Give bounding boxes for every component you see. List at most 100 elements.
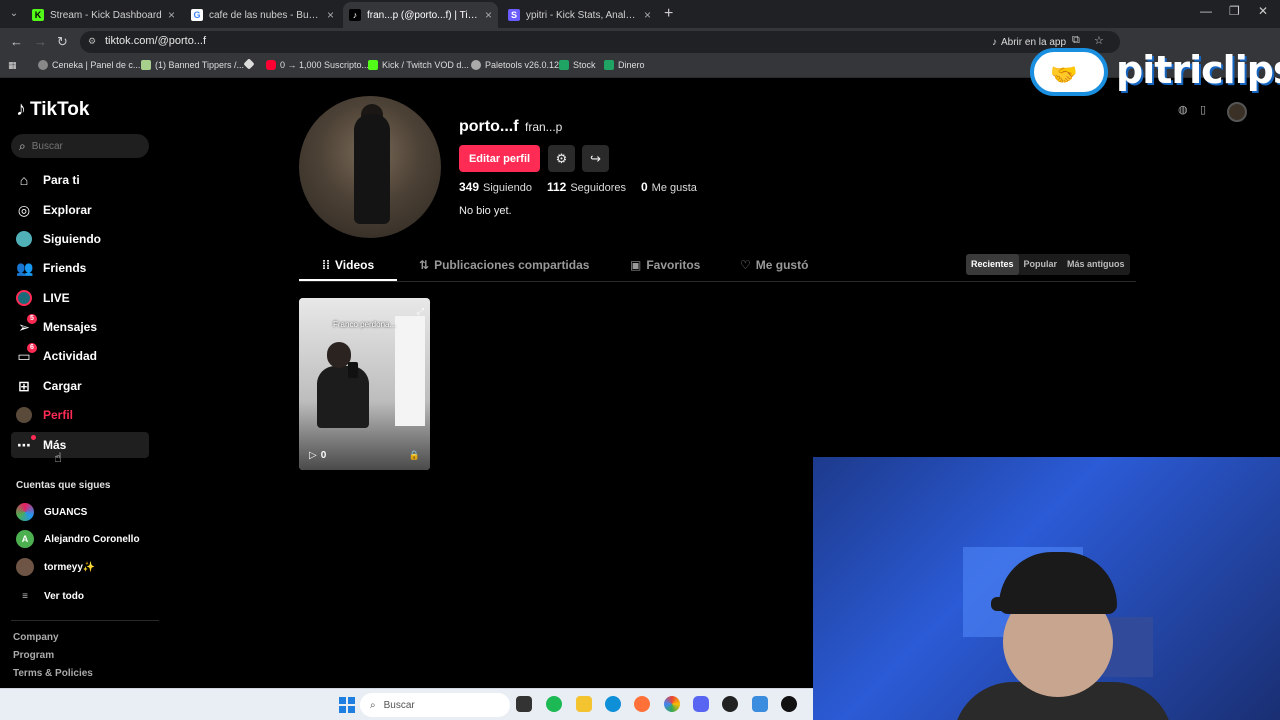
tab-title: fran...p (@porto...f) | TikTok bbox=[367, 9, 479, 21]
apps-grid-icon[interactable]: ▦ bbox=[8, 60, 17, 71]
file-explorer-icon[interactable] bbox=[576, 696, 592, 712]
bookmark-label: Stock bbox=[573, 60, 596, 70]
minimize-icon[interactable]: — bbox=[1200, 4, 1212, 18]
tab-reposts[interactable]: ⇅ Publicaciones compartidas bbox=[419, 258, 589, 272]
webcam-overlay bbox=[813, 457, 1280, 720]
taskview-icon[interactable] bbox=[516, 696, 532, 712]
app-icon[interactable] bbox=[752, 696, 768, 712]
tiktok-app-icon[interactable] bbox=[781, 696, 797, 712]
windows-start-icon[interactable] bbox=[339, 697, 355, 713]
account-avatar bbox=[16, 503, 34, 521]
close-tab-icon[interactable]: × bbox=[327, 8, 334, 22]
home-icon: ⌂ bbox=[19, 172, 29, 188]
nav-siguiendo[interactable]: Siguiendo bbox=[11, 226, 149, 252]
url-text[interactable]: tiktok.com/@porto...f bbox=[105, 35, 206, 47]
tab-title: Stream - Kick Dashboard bbox=[50, 9, 162, 21]
bookmark-label: Paletools v26.0.12 bbox=[485, 60, 560, 70]
nav-label: Para ti bbox=[43, 173, 80, 187]
sort-popular[interactable]: Popular bbox=[1019, 254, 1063, 275]
chrome-icon[interactable] bbox=[664, 696, 680, 712]
video-views: ▷ 0 bbox=[309, 450, 326, 461]
close-tab-icon[interactable]: × bbox=[168, 8, 175, 22]
nav-label: Cargar bbox=[43, 379, 82, 393]
bookmark-item[interactable] bbox=[243, 58, 255, 70]
private-lock-icon: 🔒 bbox=[408, 450, 420, 460]
nav-mensajes[interactable]: ➢ 5 Mensajes bbox=[11, 314, 149, 340]
nav-perfil[interactable]: Perfil bbox=[11, 402, 149, 428]
bookmark-item[interactable]: (1) Banned Tippers /... bbox=[141, 60, 244, 70]
taskbar-search[interactable]: ⌕ Buscar bbox=[360, 693, 510, 717]
omnibox[interactable]: ⚙ tiktok.com/@porto...f ♪ Abrir en la app… bbox=[80, 31, 1120, 53]
nav-mas[interactable]: ⋯ Más bbox=[11, 432, 149, 458]
back-icon[interactable]: ← bbox=[10, 34, 23, 49]
site-info-icon[interactable]: ⚙ bbox=[88, 36, 98, 46]
discord-icon[interactable] bbox=[693, 696, 709, 712]
thumbnail-person bbox=[317, 366, 369, 428]
browser-tab-kick[interactable]: K Stream - Kick Dashboard × bbox=[26, 2, 181, 28]
nav-live[interactable]: LIVE bbox=[11, 285, 149, 311]
nav-label: Actividad bbox=[43, 349, 98, 363]
bookmark-item[interactable]: 0 → 1,000 Suscripto... bbox=[266, 60, 369, 70]
following-account[interactable]: A Alejandro Coronello bbox=[16, 529, 140, 549]
tab-liked[interactable]: ♡ Me gustó bbox=[740, 258, 808, 272]
following-account[interactable]: tormeyy✨ bbox=[16, 557, 95, 577]
following-avatar-icon bbox=[16, 231, 32, 247]
nav-actividad[interactable]: ▭ 6 Actividad bbox=[11, 343, 149, 369]
nav-para-ti[interactable]: ⌂ Para ti bbox=[11, 167, 149, 193]
forward-icon[interactable]: → bbox=[34, 34, 47, 49]
browser-tab-stats[interactable]: S ypitri - Kick Stats, Analytics and × bbox=[502, 2, 657, 28]
sheets-icon bbox=[559, 60, 569, 70]
close-window-icon[interactable]: ✕ bbox=[1258, 4, 1268, 18]
coins-icon[interactable]: ◍ bbox=[1178, 103, 1188, 116]
close-tab-icon[interactable]: × bbox=[485, 8, 492, 22]
sort-recent[interactable]: Recientes bbox=[966, 254, 1019, 275]
tab-videos[interactable]: ⁞⁞ Videos bbox=[322, 258, 374, 272]
profile-avatar[interactable] bbox=[299, 96, 441, 238]
stat-likes: 0 Me gusta bbox=[641, 180, 697, 194]
nav-label: Explorar bbox=[43, 203, 92, 217]
footer-terms[interactable]: Terms & Policies bbox=[13, 668, 93, 679]
sort-oldest[interactable]: Más antiguos bbox=[1062, 254, 1130, 275]
browser-tab-tiktok[interactable]: ♪ fran...p (@porto...f) | TikTok × bbox=[343, 2, 498, 28]
video-thumbnail[interactable]: Franco perdona... ⤢ ▷ 0 🔒 bbox=[299, 298, 430, 470]
bookmark-item[interactable]: Kick / Twitch VOD d... bbox=[368, 60, 469, 70]
account-name: Alejandro Coronello bbox=[44, 533, 140, 545]
edge-icon[interactable] bbox=[605, 696, 621, 712]
nav-explorar[interactable]: ◎ Explorar bbox=[11, 197, 149, 223]
nav-cargar[interactable]: ⊞ Cargar bbox=[11, 373, 149, 399]
settings-icon[interactable]: ⚙ bbox=[548, 145, 575, 172]
tab-favorites[interactable]: ▣ Favoritos bbox=[630, 258, 700, 272]
account-avatar[interactable] bbox=[1227, 102, 1247, 122]
bookmark-item[interactable]: Paletools v26.0.12 bbox=[471, 60, 559, 70]
edit-profile-button[interactable]: Editar perfil bbox=[459, 145, 540, 172]
tiktok-sidebar: ♪ TikTok ⌕ ⌂ Para ti ◎ Explorar Siguiend… bbox=[0, 80, 160, 688]
reload-icon[interactable]: ↻ bbox=[57, 34, 68, 50]
close-tab-icon[interactable]: × bbox=[644, 8, 651, 22]
share-icon[interactable]: ↪ bbox=[582, 145, 609, 172]
see-all-link[interactable]: ≡ Ver todo bbox=[16, 586, 84, 606]
stat-following[interactable]: 349 Siguiendo bbox=[459, 180, 532, 194]
notification-dot bbox=[31, 435, 36, 440]
bookmark-item[interactable]: Stock bbox=[559, 60, 596, 70]
stat-followers[interactable]: 112 Seguidores bbox=[547, 180, 626, 194]
phone-icon[interactable]: ▯ bbox=[1200, 103, 1206, 116]
tiktok-logo[interactable]: ♪ TikTok bbox=[16, 98, 89, 121]
search-input[interactable] bbox=[31, 140, 132, 152]
nav-label: Perfil bbox=[43, 408, 74, 422]
obs-icon[interactable] bbox=[722, 696, 738, 712]
footer-company[interactable]: Company bbox=[13, 632, 59, 643]
stat-value: 349 bbox=[459, 180, 480, 194]
stat-label: Siguiendo bbox=[483, 182, 532, 194]
maximize-icon[interactable]: ❐ bbox=[1229, 4, 1240, 18]
bookmark-item[interactable]: Dinero bbox=[604, 60, 645, 70]
bookmark-item[interactable]: Ceneka | Panel de c... bbox=[38, 60, 140, 70]
tab-search-icon[interactable]: ⌄ bbox=[4, 4, 24, 24]
firefox-icon[interactable] bbox=[634, 696, 650, 712]
following-account[interactable]: GUANCS bbox=[16, 502, 87, 522]
new-tab-icon[interactable]: + bbox=[664, 5, 673, 23]
nav-friends[interactable]: 👥 Friends bbox=[11, 255, 149, 281]
footer-program[interactable]: Program bbox=[13, 650, 54, 661]
browser-tab-google[interactable]: G cafe de las nubes - Buscar con Google … bbox=[185, 2, 340, 28]
search-box[interactable]: ⌕ bbox=[11, 134, 149, 158]
spotify-icon[interactable] bbox=[546, 696, 562, 712]
